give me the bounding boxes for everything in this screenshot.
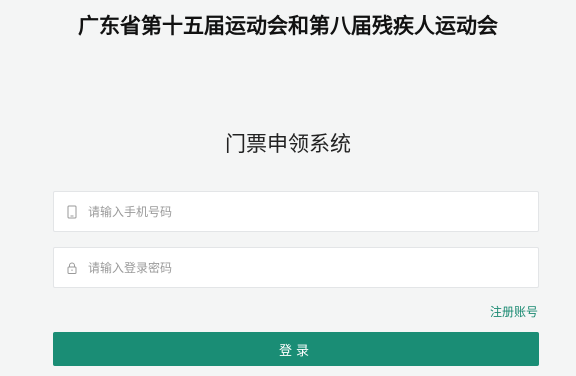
login-page: 广东省第十五届运动会和第八届残疾人运动会 门票申领系统 注册账号 登录: [0, 0, 576, 376]
phone-icon: [56, 192, 88, 231]
phone-field[interactable]: [53, 191, 539, 232]
register-link[interactable]: 注册账号: [490, 303, 538, 320]
form-title: 门票申领系统: [225, 132, 351, 156]
lock-icon: [56, 248, 88, 287]
phone-input[interactable]: [88, 192, 538, 231]
password-input[interactable]: [88, 248, 538, 287]
password-field[interactable]: [53, 247, 539, 288]
login-button[interactable]: 登录: [53, 332, 539, 366]
event-title: 广东省第十五届运动会和第八届残疾人运动会: [78, 14, 498, 38]
